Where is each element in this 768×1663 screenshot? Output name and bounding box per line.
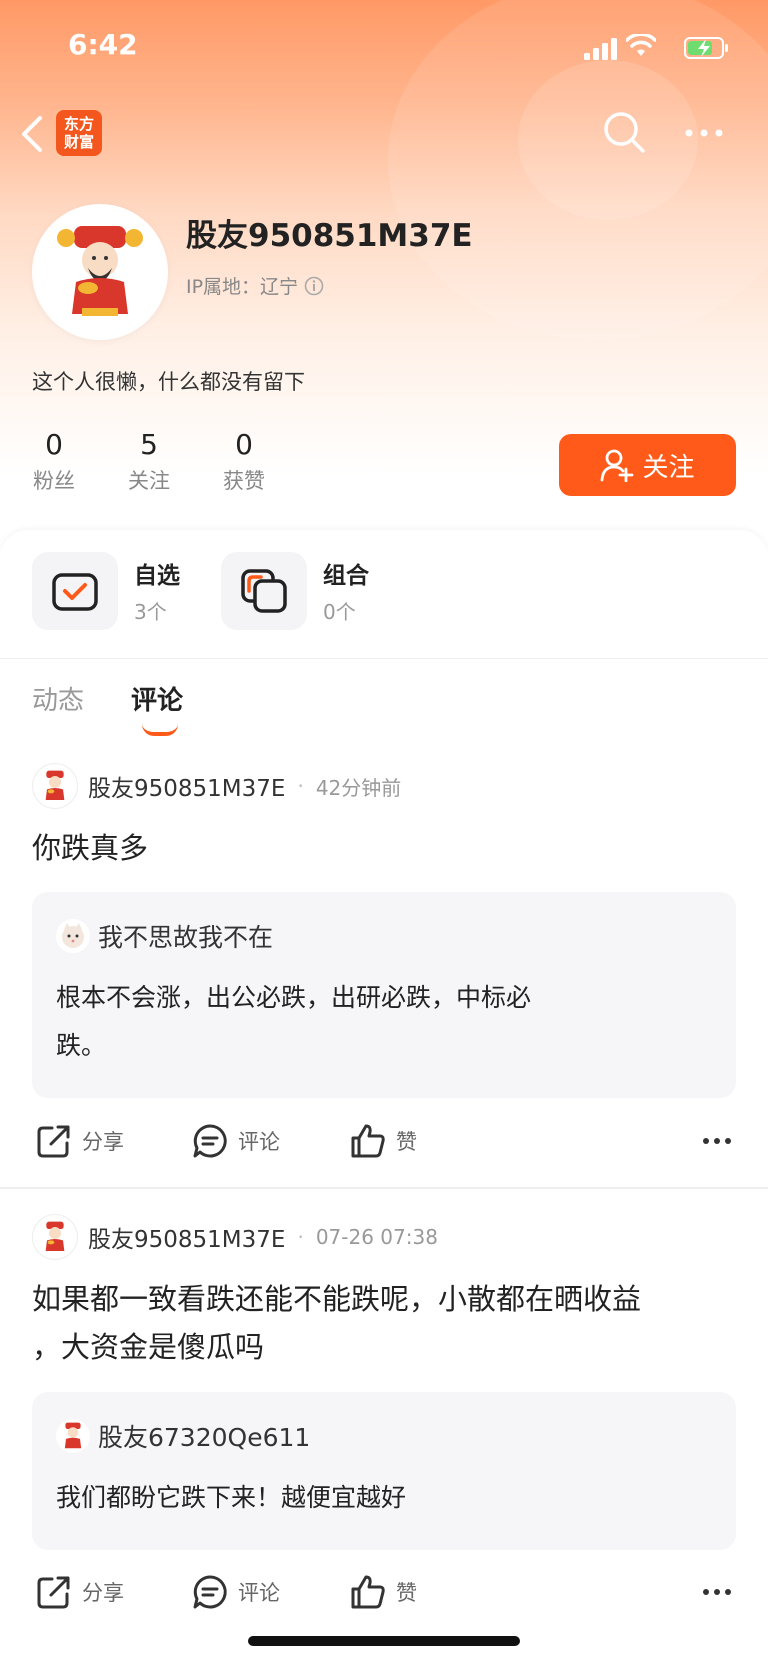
shortcut-watchlist[interactable]: 自选 3个 — [32, 552, 212, 630]
author-avatar[interactable] — [32, 1214, 78, 1260]
post-header: 股友950851M37E · 42分钟前 — [32, 763, 401, 809]
caishen-avatar-icon — [45, 770, 65, 800]
share-button[interactable]: 分享 — [36, 1574, 124, 1610]
stat-value: 5 — [140, 428, 158, 461]
stat-label: 获赞 — [223, 469, 265, 493]
app-logo[interactable]: 东方财富 — [56, 110, 102, 156]
author-name[interactable]: 股友950851M37E — [88, 1220, 285, 1254]
home-indicator[interactable] — [248, 1636, 520, 1646]
thumbs-up-icon — [351, 1575, 385, 1609]
shortcut-title: 自选 — [134, 563, 180, 589]
like-button[interactable]: 赞 — [350, 1123, 417, 1159]
follow-button[interactable]: 关注 — [559, 434, 736, 496]
signal-icon — [584, 38, 617, 60]
shortcut-count: 0个 — [323, 600, 356, 624]
profile-avatar[interactable] — [32, 204, 168, 340]
post-text-line[interactable]: 如果都一致看跌还能不能跌呢，小散都在晒收益 — [32, 1276, 738, 1322]
separator-dot: · — [297, 1225, 304, 1249]
stat-following[interactable]: 5 关注 — [119, 428, 179, 495]
more-options-icon[interactable] — [684, 128, 724, 138]
more-icon[interactable] — [702, 1137, 732, 1145]
comment-label: 评论 — [238, 1130, 280, 1154]
tab-comments[interactable]: 评论 — [131, 680, 183, 717]
post-actions: 分享 评论 赞 — [32, 1574, 738, 1614]
divider — [0, 658, 768, 659]
caishen-avatar-icon — [64, 1422, 82, 1449]
separator-dot: · — [297, 774, 304, 798]
follow-label: 关注 — [642, 452, 695, 483]
ip-location: IP属地：辽宁 — [186, 272, 324, 299]
stat-value: 0 — [45, 428, 63, 461]
battery-icon — [684, 37, 728, 59]
stat-label: 粉丝 — [33, 469, 75, 493]
status-bar: 6:42 — [0, 28, 768, 68]
add-user-icon — [601, 449, 634, 482]
post-time: 07-26 07:38 — [315, 1225, 438, 1249]
stat-label: 关注 — [128, 469, 170, 493]
comment-label: 评论 — [238, 1581, 280, 1605]
shortcut-title: 组合 — [323, 563, 369, 589]
caishen-avatar-icon — [45, 1221, 65, 1251]
ip-location-label: IP属地：辽宁 — [186, 276, 299, 298]
quoted-text-line: 我们都盼它跌下来！越便宜越好 — [56, 1483, 407, 1512]
top-nav: 东方财富 — [0, 108, 768, 164]
like-label: 赞 — [396, 1130, 417, 1154]
quoted-text-line: 跌。 — [56, 1031, 107, 1060]
thumbs-up-icon — [351, 1124, 385, 1158]
quoted-author-avatar — [56, 1419, 90, 1453]
post-header: 股友950851M37E · 07-26 07:38 — [32, 1214, 438, 1260]
post-divider — [0, 1187, 768, 1189]
quoted-author-name[interactable]: 我不思故我不在 — [98, 918, 273, 954]
profile-username: 股友950851M37E — [186, 218, 473, 254]
more-icon[interactable] — [702, 1588, 732, 1596]
quoted-author-name[interactable]: 股友67320Qe611 — [98, 1418, 310, 1454]
stat-fans[interactable]: 0 粉丝 — [24, 428, 84, 495]
comment-button[interactable]: 评论 — [192, 1123, 280, 1159]
stat-likes[interactable]: 0 获赞 — [214, 428, 274, 495]
author-avatar[interactable] — [32, 763, 78, 809]
quoted-post[interactable]: 股友67320Qe611 我们都盼它跌下来！越便宜越好 — [32, 1392, 736, 1550]
back-arrow-icon[interactable] — [18, 114, 46, 154]
profile-bio: 这个人很懒，什么都没有留下 — [32, 370, 305, 394]
author-name[interactable]: 股友950851M37E — [88, 769, 285, 803]
status-time: 6:42 — [68, 28, 138, 61]
search-icon[interactable] — [602, 110, 646, 154]
post-text-line[interactable]: ，大资金是傻瓜吗 — [32, 1324, 738, 1370]
post-text[interactable]: 你跌真多 — [32, 825, 738, 871]
tab-dynamics[interactable]: 动态 — [32, 680, 84, 717]
post-time: 42分钟前 — [315, 775, 402, 800]
portfolio-icon-box — [221, 552, 307, 630]
quoted-post-header: 我不思故我不在 — [56, 918, 273, 954]
comment-icon — [193, 1575, 227, 1609]
portfolio-icon — [241, 569, 287, 613]
info-icon[interactable] — [304, 276, 324, 296]
watchlist-icon-box — [32, 552, 118, 630]
quoted-post[interactable]: 我不思故我不在 根本不会涨，出公必跌，出研必跌，中标必 跌。 — [32, 892, 736, 1098]
post-actions: 分享 评论 赞 — [32, 1123, 738, 1163]
shortcut-portfolio[interactable]: 组合 0个 — [221, 552, 401, 630]
comment-icon — [193, 1124, 227, 1158]
caishen-avatar-icon — [57, 226, 143, 316]
like-label: 赞 — [396, 1581, 417, 1605]
share-icon — [37, 1125, 70, 1158]
stat-value: 0 — [235, 428, 253, 461]
share-icon — [37, 1576, 70, 1609]
like-button[interactable]: 赞 — [350, 1574, 417, 1610]
share-label: 分享 — [82, 1581, 124, 1605]
share-button[interactable]: 分享 — [36, 1123, 124, 1159]
wifi-icon — [626, 34, 656, 56]
cat-avatar-icon — [62, 923, 84, 948]
checkbox-icon — [52, 573, 98, 611]
share-label: 分享 — [82, 1130, 124, 1154]
comment-button[interactable]: 评论 — [192, 1574, 280, 1610]
quoted-author-avatar — [56, 919, 90, 953]
quoted-post-header: 股友67320Qe611 — [56, 1418, 310, 1454]
shortcut-count: 3个 — [134, 600, 167, 624]
quoted-text-line: 根本不会涨，出公必跌，出研必跌，中标必 — [56, 983, 532, 1012]
